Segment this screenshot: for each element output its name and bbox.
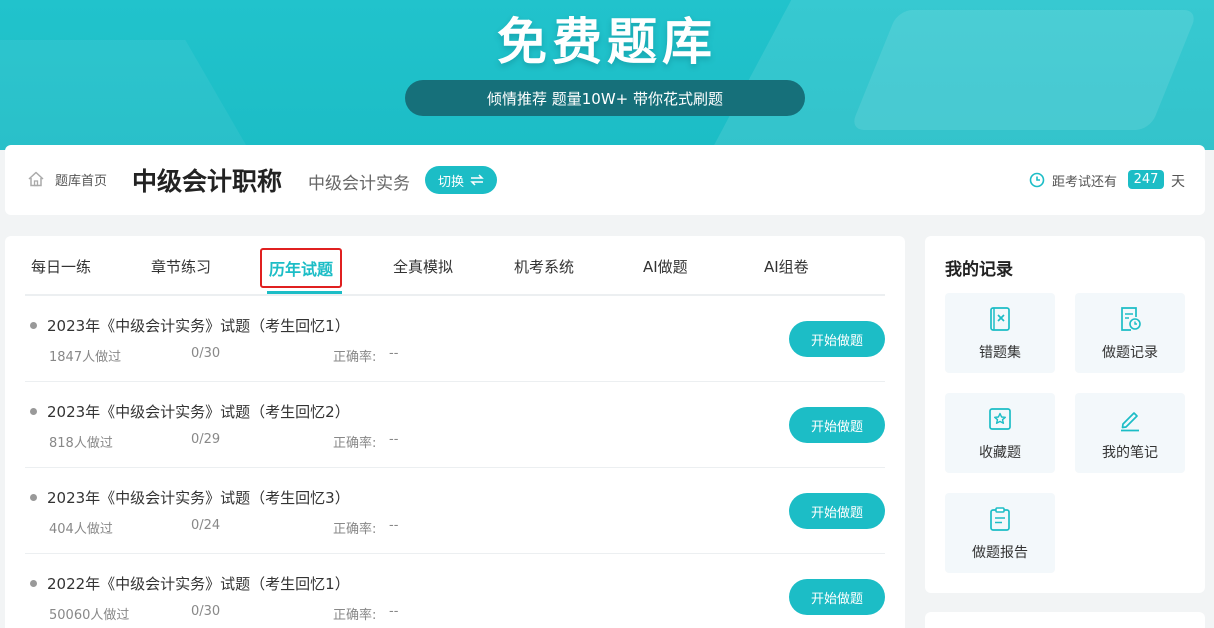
switch-subject-button[interactable]: 切换: [425, 166, 497, 194]
exam-progress: 0/24: [191, 518, 221, 533]
record-label: 收藏题: [979, 445, 1021, 461]
tab-bar: 每日一练 章节练习 历年试题 全真模拟 机考系统 AI做题 AI组卷: [25, 236, 885, 296]
clock-icon: [1029, 172, 1045, 188]
star-icon: [989, 408, 1011, 430]
tab-ai-paper[interactable]: AI组卷: [764, 256, 809, 277]
switch-label: 切换: [437, 174, 464, 190]
countdown-days-badge: 247: [1128, 170, 1164, 189]
exam-title[interactable]: 2023年《中级会计实务》试题（考生回忆1）: [47, 315, 350, 336]
accuracy-value: --: [389, 518, 399, 533]
exam-participants: 404人做过: [49, 522, 113, 537]
start-practice-button[interactable]: 开始做题: [789, 579, 885, 615]
breadcrumb-home-link[interactable]: 题库首页: [55, 170, 107, 189]
pen-icon: [1121, 412, 1139, 432]
swap-arrows-icon: [470, 174, 484, 186]
record-label: 做题记录: [1102, 345, 1158, 361]
bullet-dot: [30, 408, 37, 415]
accuracy-label: 正确率:: [333, 522, 377, 537]
bullet-dot: [30, 322, 37, 329]
exam-row: 2022年《中级会计实务》试题（考生回忆1） 50060人做过 0/30 正确率…: [25, 554, 885, 628]
sidebar-card: [925, 612, 1205, 628]
accuracy-label: 正确率:: [333, 436, 377, 451]
banner: 免费题库 倾情推荐 题量10W+ 带你花式刷题: [0, 0, 1214, 150]
exam-participants: 1847人做过: [49, 350, 122, 365]
banner-title: 免费题库: [497, 13, 717, 71]
records-title: 我的记录: [945, 260, 1013, 280]
page-title: 中级会计职称: [132, 167, 283, 196]
tab-daily-practice[interactable]: 每日一练: [31, 256, 91, 277]
exam-participants: 818人做过: [49, 436, 113, 451]
accuracy-value: --: [389, 346, 399, 361]
active-tab-indicator: [267, 291, 342, 294]
history-icon: [1121, 307, 1141, 331]
accuracy-label: 正确率:: [333, 350, 377, 365]
tab-mock-exam[interactable]: 全真模拟: [393, 256, 453, 277]
exam-row: 2023年《中级会计实务》试题（考生回忆3） 404人做过 0/24 正确率: …: [25, 468, 885, 554]
record-notes[interactable]: 我的笔记: [1075, 393, 1185, 473]
subject-subtitle: 中级会计实务: [308, 174, 410, 194]
exam-row: 2023年《中级会计实务》试题（考生回忆1） 1847人做过 0/30 正确率:…: [25, 296, 885, 382]
exam-row: 2023年《中级会计实务》试题（考生回忆2） 818人做过 0/29 正确率: …: [25, 382, 885, 468]
tab-past-exams[interactable]: 历年试题: [260, 248, 343, 288]
accuracy-value: --: [389, 432, 399, 447]
tab-chapter-practice[interactable]: 章节练习: [151, 256, 211, 277]
exam-title[interactable]: 2022年《中级会计实务》试题（考生回忆1）: [47, 573, 350, 594]
record-report[interactable]: 做题报告: [945, 493, 1055, 573]
banner-slogan: 倾情推荐 题量10W+ 带你花式刷题: [405, 80, 805, 116]
bullet-dot: [30, 580, 37, 587]
exam-progress: 0/30: [191, 604, 221, 619]
record-wrong-questions[interactable]: 错题集: [945, 293, 1055, 373]
exam-list-panel: 每日一练 章节练习 历年试题 全真模拟 机考系统 AI做题 AI组卷 2023年…: [5, 236, 905, 628]
home-icon[interactable]: [27, 170, 45, 188]
record-favorites[interactable]: 收藏题: [945, 393, 1055, 473]
my-records-panel: 我的记录 错题集 做题记录 收藏题 我的笔记 做题报告: [925, 236, 1205, 593]
countdown-label: 距考试还有: [1052, 175, 1118, 190]
exam-participants: 50060人做过: [49, 608, 130, 623]
start-practice-button[interactable]: 开始做题: [789, 493, 885, 529]
tab-ai-practice[interactable]: AI做题: [643, 256, 688, 277]
bullet-dot: [30, 494, 37, 501]
subject-header: 题库首页 中级会计职称 中级会计实务 切换 距考试还有 247 天: [5, 145, 1205, 215]
start-practice-button[interactable]: 开始做题: [789, 321, 885, 357]
exam-progress: 0/30: [191, 346, 221, 361]
record-label: 做题报告: [972, 545, 1028, 561]
wrong-book-icon: [990, 307, 1010, 331]
start-practice-button[interactable]: 开始做题: [789, 407, 885, 443]
exam-title[interactable]: 2023年《中级会计实务》试题（考生回忆2）: [47, 401, 350, 422]
record-label: 我的笔记: [1102, 445, 1158, 461]
tab-computer-exam[interactable]: 机考系统: [514, 256, 574, 277]
exam-title[interactable]: 2023年《中级会计实务》试题（考生回忆3）: [47, 487, 350, 508]
countdown-unit: 天: [1171, 174, 1185, 190]
record-label: 错题集: [979, 345, 1021, 361]
accuracy-label: 正确率:: [333, 608, 377, 623]
accuracy-value: --: [389, 604, 399, 619]
clipboard-icon: [990, 507, 1010, 531]
exam-progress: 0/29: [191, 432, 221, 447]
record-history[interactable]: 做题记录: [1075, 293, 1185, 373]
